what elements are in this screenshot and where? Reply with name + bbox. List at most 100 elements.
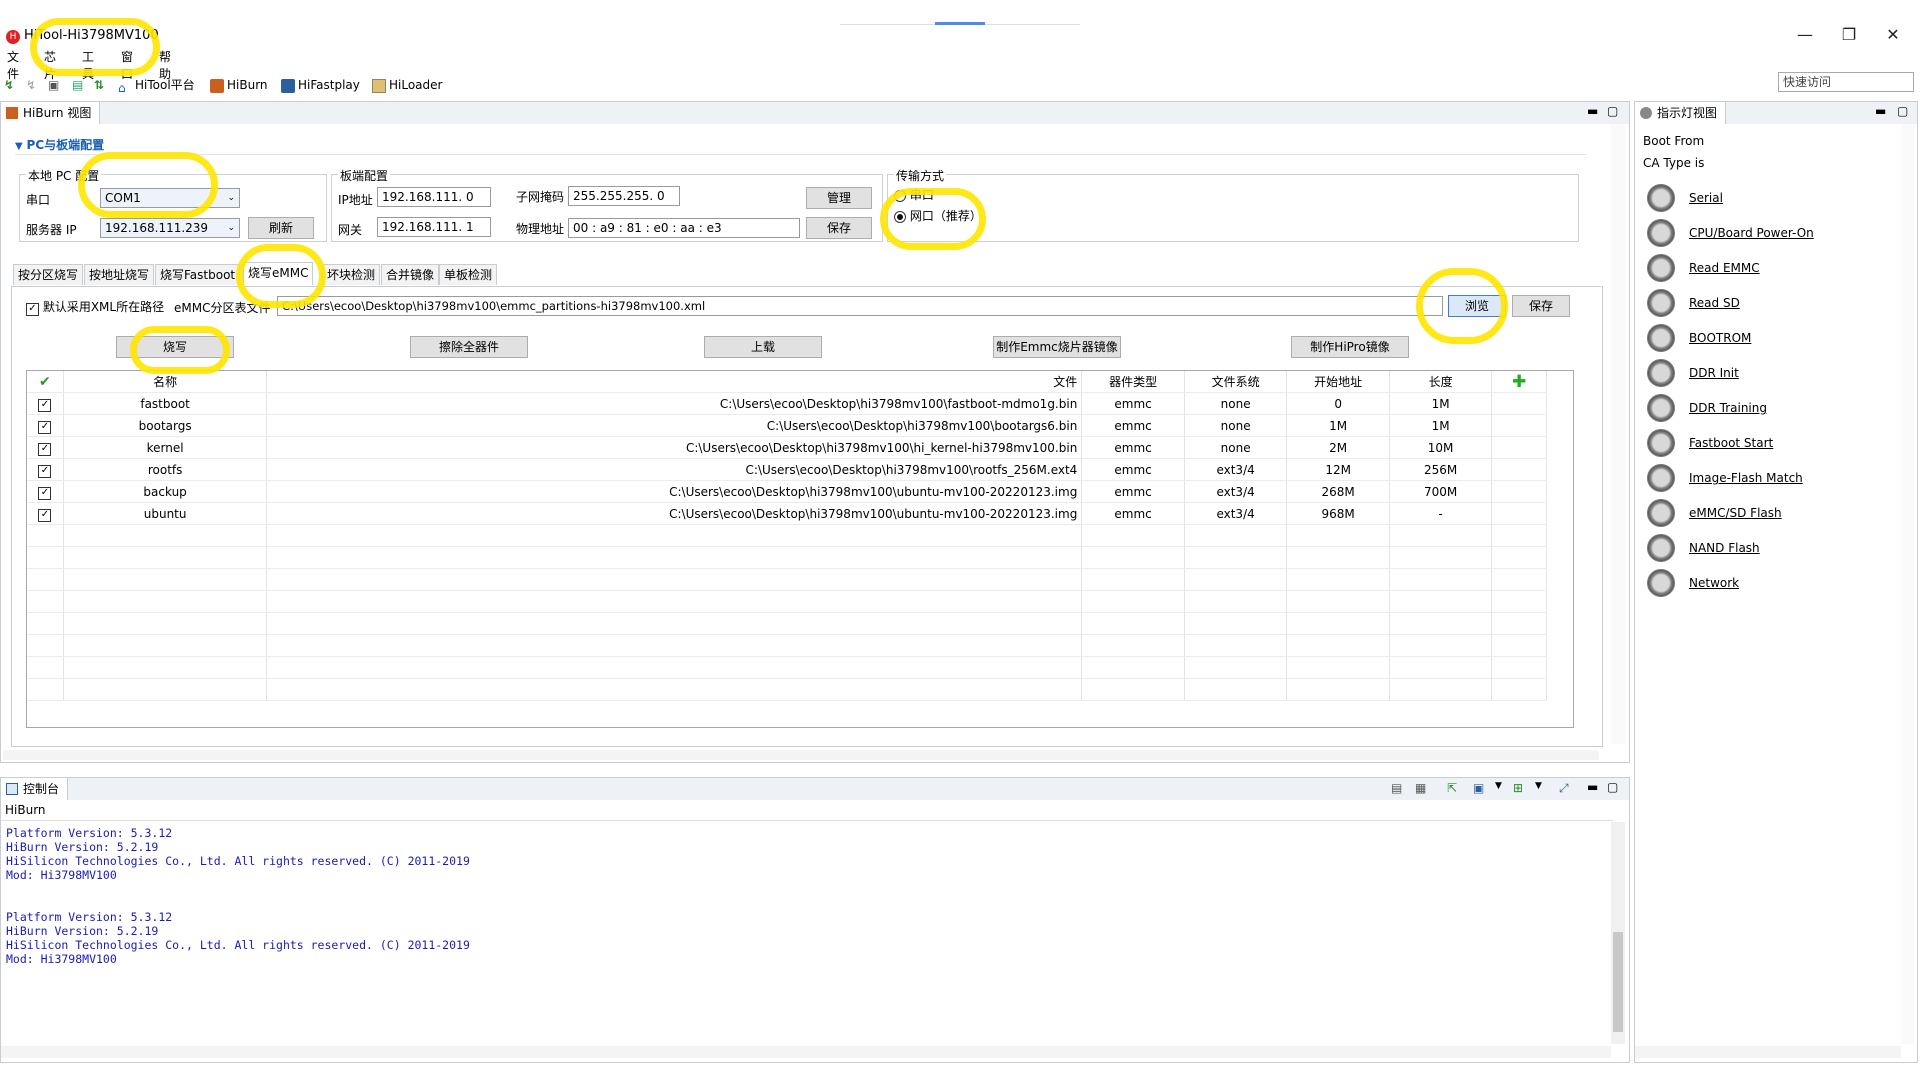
indicator-label[interactable]: CPU/Board Power-On [1689, 226, 1814, 240]
quick-access-input[interactable]: 快速访问 [1778, 72, 1914, 92]
minimize-button[interactable]: — [1782, 20, 1828, 50]
clear-console-icon[interactable]: ▤ [1391, 781, 1402, 795]
row-checkbox[interactable]: ✓ [27, 458, 64, 481]
table-row[interactable] [27, 590, 1547, 613]
row-checkbox[interactable]: ✓ [27, 502, 64, 525]
emmc-partition-file-input[interactable]: C:\Users\ecoo\Desktop\hi3798mv100\emmc_p… [277, 296, 1443, 316]
hiburn-vertical-scrollbar[interactable] [1611, 124, 1625, 744]
scroll-lock-icon[interactable]: ▦ [1415, 781, 1426, 795]
add-row-column[interactable]: ✚ [1491, 371, 1547, 393]
hiburn-horizontal-scrollbar[interactable] [3, 750, 1599, 760]
chevron-down-icon[interactable]: ▼ [1535, 781, 1542, 791]
indicator-label[interactable]: BOOTROM [1689, 331, 1751, 345]
tab-bad-block-check[interactable]: 坏块检测 [322, 264, 381, 285]
maximize-console-icon[interactable]: ▢ [1607, 780, 1618, 794]
table-row[interactable] [27, 524, 1547, 547]
console-vertical-scrollbar[interactable] [1611, 822, 1625, 1044]
board-ip-input[interactable]: 192.168.111. 0 [377, 187, 491, 207]
row-checkbox[interactable]: ✓ [27, 414, 64, 437]
indicator-label[interactable]: DDR Training [1689, 401, 1767, 415]
tab-fastboot-burn[interactable]: 烧写Fastboot [155, 264, 241, 285]
table-row[interactable] [27, 656, 1547, 679]
maximize-view-icon[interactable]: ▢ [1607, 104, 1618, 118]
minimize-indicator-icon[interactable]: ▬ [1875, 104, 1886, 118]
make-emmc-image-button[interactable]: 制作Emmc烧片器镜像 [993, 336, 1121, 358]
toolbar-hifastplay[interactable]: HiFastplay [281, 76, 360, 94]
minimize-view-icon[interactable]: ▬ [1587, 104, 1598, 118]
indicator-label[interactable]: eMMC/SD Flash [1689, 506, 1782, 520]
indicator-label[interactable]: Read SD [1689, 296, 1740, 310]
table-row[interactable]: ✓ kernel C:\Users\ecoo\Desktop\hi3798mv100… [27, 436, 1547, 459]
row-checkbox[interactable] [27, 590, 64, 613]
select-all-column[interactable]: ✔ [27, 371, 64, 393]
view-menu-icon[interactable]: ⤢ [1559, 781, 1569, 796]
row-checkbox[interactable]: ✓ [27, 392, 64, 415]
transfer-arrows-icon[interactable]: ⇅ [94, 76, 104, 94]
console-horizontal-scrollbar[interactable] [1, 1046, 1611, 1058]
refresh-button[interactable]: 刷新 [248, 217, 314, 239]
indicator-label[interactable]: Read EMMC [1689, 261, 1760, 275]
tab-board-check[interactable]: 单板检测 [439, 264, 498, 285]
row-checkbox[interactable] [27, 678, 64, 701]
pc-board-config-section[interactable]: ▼ PC与板端配置 [15, 136, 1587, 155]
table-row[interactable] [27, 612, 1547, 635]
table-row[interactable]: ✓ fastboot C:\Users\ecoo\Desktop\hi3798mv1… [27, 392, 1547, 415]
tab-address-burn[interactable]: 按地址烧写 [84, 264, 155, 285]
table-row[interactable] [27, 634, 1547, 657]
subnet-mask-input[interactable]: 255.255.255. 0 [568, 186, 680, 206]
connect-icon[interactable]: ↯ [4, 76, 14, 94]
tab-partition-burn[interactable]: 按分区烧写 [13, 264, 84, 285]
toolbar-hiloader[interactable]: HiLoader [372, 76, 442, 94]
hiburn-view-tab[interactable]: HiBurn 视图 [1, 102, 101, 124]
console-scroll-thumb[interactable] [1613, 932, 1623, 1032]
server-ip-select[interactable]: 192.168.111.239 ⌄ [100, 218, 240, 238]
table-row[interactable] [27, 546, 1547, 569]
manage-button[interactable]: 管理 [806, 187, 872, 209]
table-row[interactable]: ✓ bootargs C:\Users\ecoo\Desktop\hi3798mv1… [27, 414, 1547, 437]
indicator-view-tab[interactable]: 指示灯视图 [1635, 102, 1727, 124]
indicator-label[interactable]: DDR Init [1689, 366, 1739, 380]
row-checkbox[interactable] [27, 546, 64, 569]
open-console-icon[interactable]: ⊞ [1513, 781, 1523, 795]
table-row[interactable] [27, 678, 1547, 701]
tab-merge-image[interactable]: 合并镜像 [381, 264, 440, 285]
pin-console-icon[interactable]: ⇱ [1447, 781, 1457, 795]
make-hipro-image-button[interactable]: 制作HiPro镜像 [1291, 336, 1409, 358]
row-checkbox[interactable] [27, 656, 64, 679]
table-row[interactable]: ✓ ubuntu C:\Users\ecoo\Desktop\hi3798mv100… [27, 502, 1547, 525]
disconnect-icon[interactable]: ↯ [26, 76, 36, 94]
table-row[interactable]: ✓ backup C:\Users\ecoo\Desktop\hi3798mv100… [27, 480, 1547, 503]
display-console-icon[interactable]: ▣ [1473, 781, 1484, 795]
maximize-indicator-icon[interactable]: ▢ [1897, 104, 1908, 118]
toolbar-hitool[interactable]: ⌂ HiTool平台 [118, 76, 195, 95]
row-checkbox[interactable]: ✓ [27, 436, 64, 459]
minimize-console-icon[interactable]: ▬ [1587, 780, 1598, 794]
chevron-down-icon[interactable]: ▼ [1495, 781, 1502, 791]
save-xml-button[interactable]: 保存 [1512, 295, 1570, 317]
gateway-input[interactable]: 192.168.111. 1 [377, 217, 491, 237]
table-row[interactable] [27, 568, 1547, 591]
erase-all-button[interactable]: 擦除全器件 [410, 336, 528, 358]
indicator-vertical-scrollbar[interactable] [1901, 124, 1915, 1044]
indicator-horizontal-scrollbar[interactable] [1635, 1046, 1901, 1058]
indicator-label[interactable]: Serial [1689, 191, 1723, 205]
indicator-label[interactable]: Network [1689, 576, 1739, 590]
maximize-button[interactable]: ❐ [1826, 20, 1872, 50]
indicator-label[interactable]: NAND Flash [1689, 541, 1760, 555]
row-checkbox[interactable] [27, 568, 64, 591]
row-checkbox[interactable]: ✓ [27, 480, 64, 503]
default-xml-path-checkbox[interactable]: ✓ 默认采用XML所在路径 [26, 298, 164, 316]
row-checkbox[interactable] [27, 634, 64, 657]
device-icon[interactable]: ▣ [48, 76, 59, 94]
mac-address-input[interactable]: 00 : a9 : 81 : e0 : aa : e3 [568, 218, 800, 238]
indicator-label[interactable]: Fastboot Start [1689, 436, 1773, 450]
toolbar-hiburn[interactable]: HiBurn [210, 76, 268, 94]
console-tab[interactable]: 控制台 [1, 778, 69, 800]
upload-button[interactable]: 上载 [704, 336, 822, 358]
table-row[interactable]: ✓ rootfs C:\Users\ecoo\Desktop\hi3798mv100… [27, 458, 1547, 481]
chip-icon[interactable]: ▤ [72, 76, 83, 94]
row-checkbox[interactable] [27, 524, 64, 547]
row-checkbox[interactable] [27, 612, 64, 635]
close-button[interactable]: ✕ [1870, 20, 1916, 50]
indicator-label[interactable]: Image-Flash Match [1689, 471, 1803, 485]
